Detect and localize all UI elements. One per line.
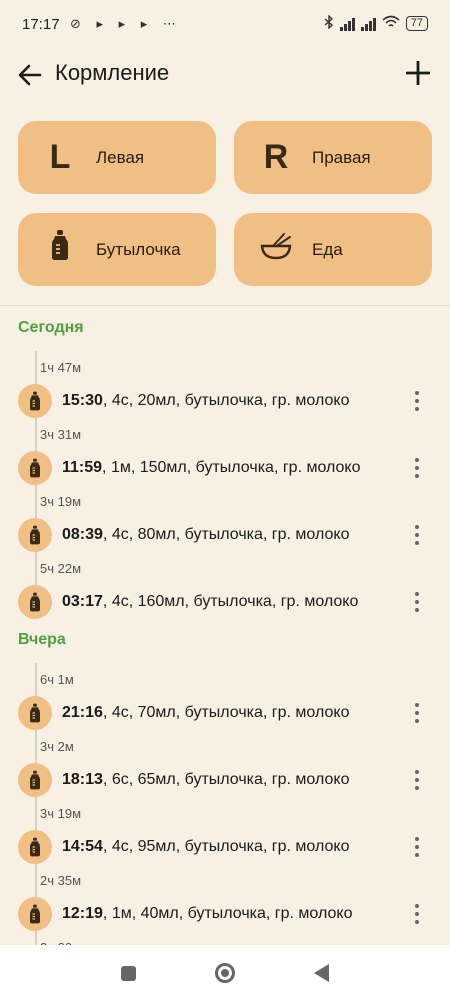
day-header: Сегодня: [18, 319, 84, 336]
signal-icon: [360, 17, 376, 31]
entry-time: 11:59: [62, 459, 103, 476]
interval-label: 2ч 35м: [40, 873, 82, 888]
entry-details: , 4с, 20мл, бутылочка, гр. молоко: [102, 392, 350, 409]
left-letter-icon: L: [49, 138, 71, 176]
plus-icon: [406, 61, 430, 85]
interval-label: 6ч 1м: [40, 672, 74, 687]
entry-text: 21:16, 4с, 70мл, бутылочка, гр. молоко: [62, 704, 349, 722]
battery-indicator: 77: [405, 16, 428, 31]
more-vert-icon[interactable]: [406, 520, 428, 550]
entry-details: , 1м, 40мл, бутылочка, гр. молоко: [102, 905, 353, 922]
feeding-list[interactable]: Сегодня 1ч 47м 15:30, 4с, 20мл, бутылочка,…: [0, 305, 450, 945]
feeding-entry[interactable]: 21:16, 4с, 70мл, бутылочка, гр. молоко: [0, 694, 450, 734]
interval-label: 3ч 31м: [40, 427, 82, 442]
feeding-entry[interactable]: 12:19, 1м, 40мл, бутылочка, гр. молоко: [0, 895, 450, 935]
entry-details: , 4с, 160мл, бутылочка, гр. молоко: [102, 593, 359, 610]
more-vert-icon[interactable]: [406, 587, 428, 617]
interval-label: 5ч 22м: [40, 561, 82, 576]
more-vert-icon[interactable]: [406, 765, 428, 795]
entry-details: , 1м, 150мл, бутылочка, гр. молоко: [102, 459, 361, 476]
bottle-icon: [18, 696, 52, 730]
entry-details: , 4с, 70мл, бутылочка, гр. молоко: [102, 704, 350, 721]
bottle-icon: [18, 763, 52, 797]
bottle-icon: [18, 585, 52, 619]
entry-time: 03:17: [62, 593, 103, 610]
bluetooth-icon: [324, 14, 334, 32]
food-button[interactable]: Еда: [234, 213, 432, 286]
interval-label: 3ч 2м: [40, 739, 74, 754]
add-button[interactable]: [400, 55, 436, 91]
more-vert-icon[interactable]: [406, 832, 428, 862]
square-icon: [120, 965, 136, 981]
more-vert-icon[interactable]: [406, 698, 428, 728]
feeding-entry[interactable]: 08:39, 4с, 80мл, бутылочка, гр. молоко: [0, 516, 450, 556]
more-vert-icon[interactable]: [406, 899, 428, 929]
entry-text: 12:19, 1м, 40мл, бутылочка, гр. молоко: [62, 905, 352, 923]
circle-icon: [215, 963, 235, 983]
right-letter-icon: R: [263, 138, 289, 176]
signal-icon: [339, 17, 355, 31]
status-right-icons: 77: [324, 14, 428, 32]
day-header: Вчера: [18, 631, 66, 648]
entry-time: 21:16: [62, 704, 103, 721]
entry-time: 14:54: [62, 838, 103, 855]
back-nav-button[interactable]: [310, 962, 332, 984]
bottle-icon: [18, 897, 52, 931]
bottle-icon: [18, 384, 52, 418]
feeding-entry[interactable]: 18:13, 6с, 65мл, бутылочка, гр. молоко: [0, 761, 450, 801]
feeding-entry[interactable]: 14:54, 4с, 95мл, бутылочка, гр. молоко: [0, 828, 450, 868]
entry-text: 15:30, 4с, 20мл, бутылочка, гр. молоко: [62, 392, 349, 410]
page-title: Кормление: [55, 60, 170, 85]
interval-label: 1ч 47м: [40, 360, 82, 375]
bottle-icon: [18, 451, 52, 485]
left-breast-button[interactable]: L Левая: [18, 121, 216, 194]
interval-label: 3ч 19м: [40, 806, 82, 821]
feeding-entry[interactable]: 11:59, 1м, 150мл, бутылочка, гр. молоко: [0, 449, 450, 489]
system-nav-bar: [0, 945, 450, 1000]
recents-button[interactable]: [117, 962, 139, 984]
entry-time: 08:39: [62, 526, 103, 543]
entry-details: , 4с, 95мл, бутылочка, гр. молоко: [102, 838, 350, 855]
arrow-left-icon: [18, 64, 42, 86]
bottle-icon: [18, 830, 52, 864]
entry-text: 18:13, 6с, 65мл, бутылочка, гр. молоко: [62, 771, 349, 789]
status-time: 17:17: [22, 16, 60, 33]
triangle-back-icon: [314, 964, 329, 982]
left-breast-label: Левая: [96, 147, 145, 167]
bowl-icon: [254, 230, 298, 269]
more-vert-icon[interactable]: [406, 453, 428, 483]
feeding-entry[interactable]: 03:17, 4с, 160мл, бутылочка, гр. молоко: [0, 583, 450, 623]
status-notification-icons: ⊘ ▸ ▸ ▸ ⋯: [70, 16, 182, 31]
bottle-icon: [18, 518, 52, 552]
entry-details: , 4с, 80мл, бутылочка, гр. молоко: [102, 526, 350, 543]
entry-time: 15:30: [62, 392, 103, 409]
entry-time: 12:19: [62, 905, 103, 922]
bottle-button[interactable]: Бутылочка: [18, 213, 216, 286]
status-bar: 17:17 ⊘ ▸ ▸ ▸ ⋯ 77: [0, 0, 450, 50]
entry-text: 14:54, 4с, 95мл, бутылочка, гр. молоко: [62, 838, 349, 856]
right-breast-button[interactable]: R Правая: [234, 121, 432, 194]
entry-text: 11:59, 1м, 150мл, бутылочка, гр. молоко: [62, 459, 361, 477]
home-button[interactable]: [214, 962, 236, 984]
interval-label: 3ч 19м: [40, 494, 82, 509]
wifi-icon: [382, 15, 400, 32]
right-breast-label: Правая: [312, 147, 371, 167]
back-button[interactable]: [12, 57, 48, 93]
bottle-icon: [38, 229, 82, 270]
bottle-label: Бутылочка: [96, 239, 181, 259]
food-label: Еда: [312, 239, 343, 259]
app-bar: Кормление: [0, 50, 450, 100]
entry-text: 08:39, 4с, 80мл, бутылочка, гр. молоко: [62, 526, 349, 544]
entry-details: , 6с, 65мл, бутылочка, гр. молоко: [102, 771, 350, 788]
feeding-entry[interactable]: 15:30, 4с, 20мл, бутылочка, гр. молоко: [0, 382, 450, 422]
more-vert-icon[interactable]: [406, 386, 428, 416]
entry-text: 03:17, 4с, 160мл, бутылочка, гр. молоко: [62, 593, 358, 611]
entry-time: 18:13: [62, 771, 103, 788]
